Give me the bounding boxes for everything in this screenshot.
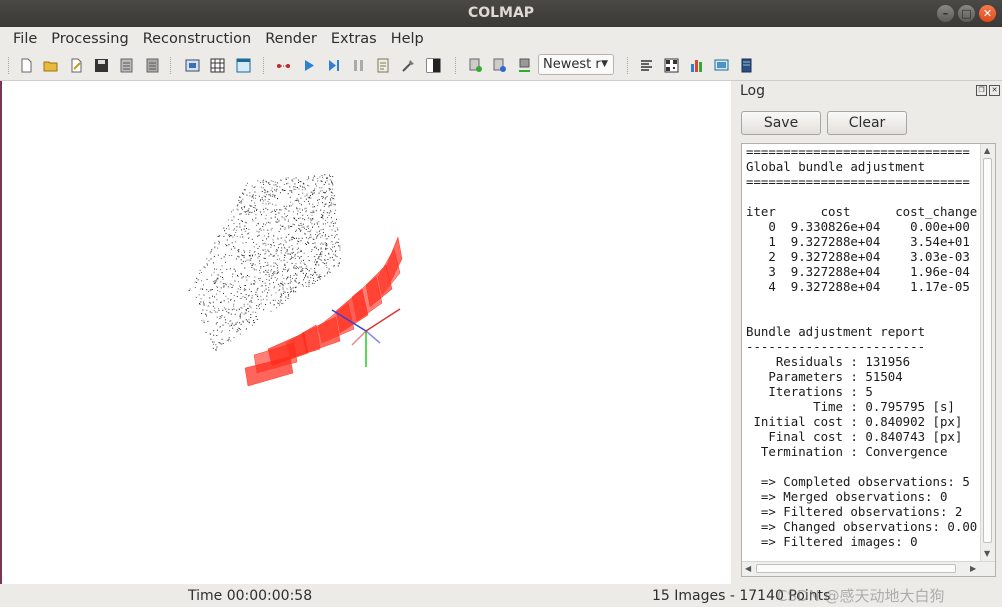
- import-image-icon[interactable]: [185, 58, 200, 73]
- log-line: Residuals : 131956: [746, 354, 911, 369]
- export-icon[interactable]: [517, 58, 532, 73]
- title-bar: COLMAP – □ ✕: [0, 0, 1002, 27]
- close-button[interactable]: ✕: [979, 5, 996, 22]
- log-line: Termination : Convergence: [746, 444, 948, 459]
- log-line: => Completed observations: 5: [746, 474, 970, 489]
- grid-icon[interactable]: [210, 58, 225, 73]
- book-icon[interactable]: [739, 58, 754, 73]
- scroll-up-icon[interactable]: ▲: [984, 146, 990, 155]
- window-controls: – □ ✕: [937, 5, 996, 22]
- align-icon[interactable]: [639, 58, 654, 73]
- menu-render[interactable]: Render: [258, 27, 324, 51]
- log-dock: Log ❐ ✕ Save Clear =====================…: [736, 81, 1002, 584]
- log-line: Initial cost : 0.840902 [px]: [746, 414, 963, 429]
- scroll-down-icon[interactable]: ▼: [984, 549, 990, 558]
- status-time: Time 00:00:00:58: [188, 588, 313, 604]
- clear-button[interactable]: Clear: [827, 111, 907, 135]
- scene-canvas[interactable]: [2, 81, 731, 584]
- toolbar-separator: [8, 57, 11, 74]
- contrast-icon[interactable]: [426, 58, 441, 73]
- add-images-icon[interactable]: [468, 58, 483, 73]
- log-line: => Merged observations: 0: [746, 489, 948, 504]
- scroll-left-icon[interactable]: ◀: [745, 564, 751, 573]
- log-output[interactable]: ============================== Global bun…: [741, 143, 996, 577]
- log-line: Bundle adjustment report: [746, 324, 926, 339]
- point-cloud: [188, 174, 341, 351]
- log-line: 3 9.327288e+04 1.96e-04: [746, 264, 970, 279]
- menu-processing[interactable]: Processing: [44, 27, 135, 51]
- vertical-scrollbar[interactable]: ▲ ▼: [980, 144, 995, 562]
- log-level-value: Newest r: [543, 57, 601, 72]
- log-line: 1 9.327288e+04 3.54e+01: [746, 234, 970, 249]
- axis-x: [365, 308, 401, 332]
- save-button[interactable]: Save: [741, 111, 821, 135]
- tools-icon[interactable]: [401, 58, 416, 73]
- toolbar-separator: [627, 57, 630, 74]
- import-model-icon[interactable]: [119, 58, 134, 73]
- edit-project-icon[interactable]: [69, 58, 84, 73]
- log-line: ==============================: [746, 174, 970, 189]
- toolbar-separator: [170, 57, 173, 74]
- toolbar-separator: [263, 57, 266, 74]
- log-line: ------------------------: [746, 339, 926, 354]
- log-line: Global bundle adjustment: [746, 159, 926, 174]
- log-line: => Changed observations: 0.00: [746, 519, 978, 534]
- log-line: => Filtered observations: 2: [746, 504, 963, 519]
- database-icon[interactable]: [492, 58, 507, 73]
- window-title: COLMAP: [467, 5, 535, 21]
- qr-icon[interactable]: [664, 58, 679, 73]
- float-dock-icon[interactable]: ❐: [976, 85, 987, 96]
- log-line: 4 9.327288e+04 1.17e-05: [746, 279, 970, 294]
- log-text: ============================== Global bun…: [746, 144, 982, 562]
- play-icon[interactable]: [301, 58, 316, 73]
- log-level-select[interactable]: Newest r ▼: [538, 54, 614, 75]
- scrollbar-thumb[interactable]: [756, 564, 956, 573]
- horizontal-scrollbar[interactable]: ◀ ▶: [742, 561, 995, 576]
- open-project-icon[interactable]: [43, 58, 58, 73]
- chevron-down-icon: ▼: [601, 59, 608, 69]
- log-line: 2 9.327288e+04 3.03e-03: [746, 249, 970, 264]
- camera-frustums: [244, 236, 403, 387]
- report-icon[interactable]: [376, 58, 391, 73]
- step-play-icon[interactable]: [326, 58, 341, 73]
- log-line: Iterations : 5: [746, 384, 873, 399]
- status-bar: Time 00:00:00:58 15 Images - 17140 Point…: [0, 584, 1002, 607]
- menu-file[interactable]: File: [6, 27, 44, 51]
- pause-icon[interactable]: [351, 58, 366, 73]
- menu-help[interactable]: Help: [384, 27, 431, 51]
- log-line: Parameters : 51504: [746, 369, 903, 384]
- log-line: Final cost : 0.840743 [px]: [746, 429, 963, 444]
- toolbar: [0, 51, 1002, 81]
- screenshot-icon[interactable]: [714, 58, 729, 73]
- scrollbar-thumb[interactable]: [983, 158, 992, 543]
- menu-reconstruction[interactable]: Reconstruction: [136, 27, 259, 51]
- watermark-text: CSDN @感天动地大白狗: [777, 587, 945, 605]
- log-line: => Filtered images: 0: [746, 534, 918, 549]
- log-line: iter cost cost_change: [746, 204, 978, 219]
- feature-extraction-icon[interactable]: [276, 58, 291, 73]
- scroll-right-icon[interactable]: ▶: [970, 564, 976, 573]
- log-title: Log: [740, 83, 766, 99]
- log-line: ==============================: [746, 144, 970, 159]
- maximize-button[interactable]: □: [958, 5, 975, 22]
- minimize-button[interactable]: –: [937, 5, 954, 22]
- save-project-icon[interactable]: [94, 58, 109, 73]
- chart-icon[interactable]: [689, 58, 704, 73]
- view-panel-icon[interactable]: [236, 58, 251, 73]
- new-project-icon[interactable]: [19, 58, 34, 73]
- log-line: Time : 0.795795 [s]: [746, 399, 955, 414]
- close-dock-icon[interactable]: ✕: [989, 85, 1000, 96]
- menu-extras[interactable]: Extras: [324, 27, 384, 51]
- log-line: 0 9.330826e+04 0.00e+00: [746, 219, 970, 234]
- model-viewer[interactable]: [2, 81, 731, 584]
- export-model-icon[interactable]: [145, 58, 160, 73]
- menu-bar: File Processing Reconstruction Render Ex…: [0, 27, 1002, 51]
- toolbar-separator: [455, 57, 458, 74]
